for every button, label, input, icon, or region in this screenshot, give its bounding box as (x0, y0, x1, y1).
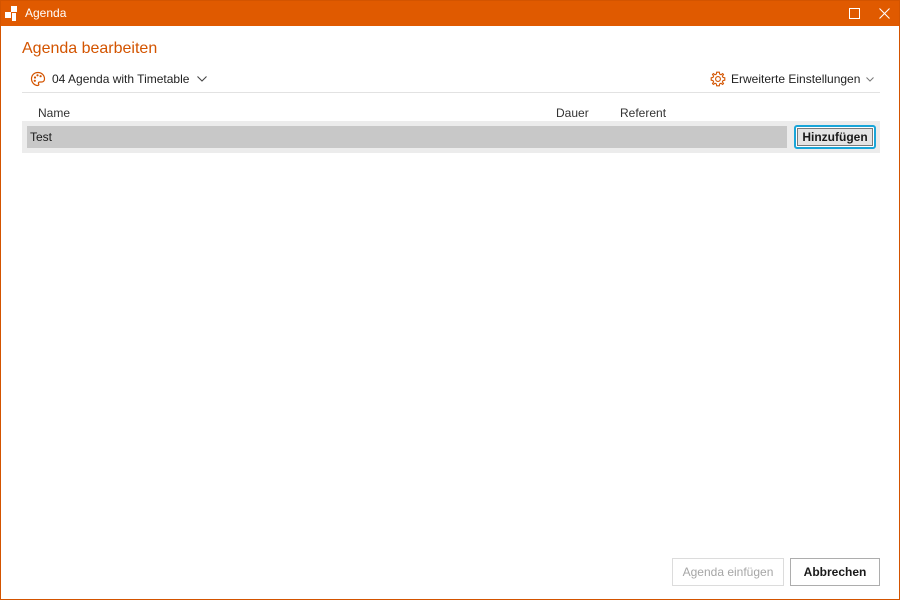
gear-icon (710, 71, 726, 87)
chevron-down-icon (197, 76, 208, 82)
chevron-down-icon (866, 76, 875, 82)
advanced-settings-dropdown[interactable]: Erweiterte Einstellungen (710, 69, 875, 89)
header-divider (22, 92, 880, 93)
title-bar[interactable]: Agenda (1, 1, 899, 26)
cancel-button[interactable]: Abbrechen (790, 558, 880, 586)
column-header-name: Name (38, 106, 71, 120)
template-label: 04 Agenda with Timetable (52, 72, 190, 86)
column-header-speaker: Referent (620, 106, 667, 120)
advanced-settings-label: Erweiterte Einstellungen (731, 72, 861, 86)
app-logo-icon (5, 6, 17, 21)
insert-agenda-button[interactable]: Agenda einfügen (672, 558, 784, 586)
maximize-icon (848, 8, 860, 19)
add-button[interactable]: Hinzufügen (794, 125, 876, 149)
page-title: Agenda bearbeiten (22, 40, 158, 57)
maximize-button[interactable] (839, 1, 869, 26)
agenda-item-name-input[interactable] (27, 126, 787, 148)
agenda-dialog: Agenda Agenda bearbeiten 04 Agenda with … (0, 0, 900, 600)
window-title: Agenda (25, 6, 67, 20)
add-button-label: Hinzufügen (797, 128, 873, 146)
palette-icon (30, 71, 46, 87)
close-icon (878, 8, 890, 19)
column-header-duration: Dauer (556, 106, 589, 120)
template-dropdown[interactable]: 04 Agenda with Timetable (30, 69, 208, 89)
new-agenda-item-row: Hinzufügen (22, 121, 880, 153)
close-button[interactable] (869, 1, 899, 26)
